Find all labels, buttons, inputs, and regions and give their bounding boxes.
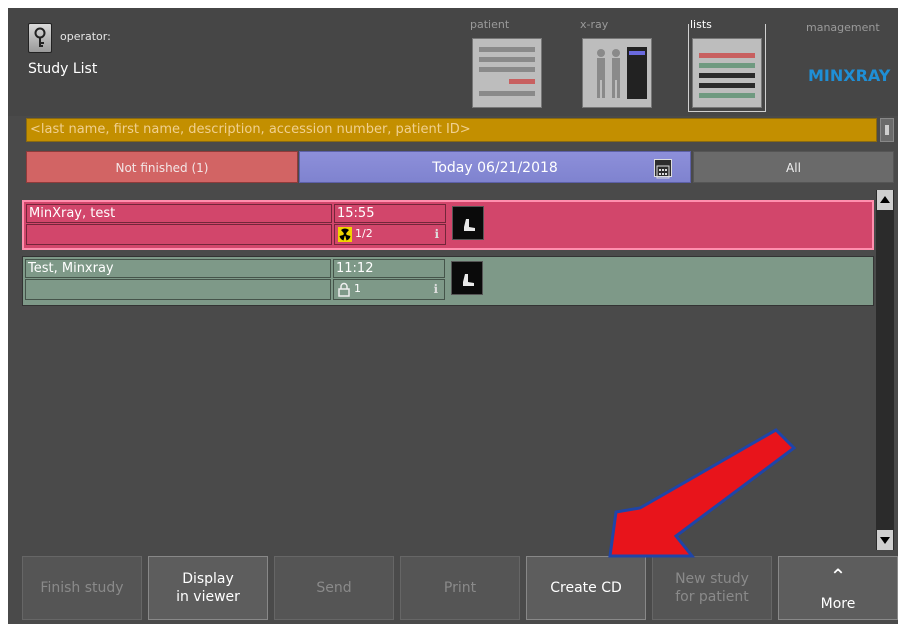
button-label: Send (316, 580, 352, 596)
more-button[interactable]: ⌃ More (778, 556, 898, 620)
tab-management[interactable]: management (806, 21, 880, 34)
tab-label: x-ray (580, 18, 609, 31)
study-row[interactable]: Test, Minxray 11:12 1 ℹ (22, 256, 874, 306)
filter-bar: Not finished (1) Today 06/21/2018 All (26, 151, 894, 183)
header: operator: Study List patient x-ray lists… (8, 8, 898, 116)
new-study-button[interactable]: New study for patient (652, 556, 772, 620)
tab-patient[interactable]: patient (468, 18, 546, 112)
tab-label: patient (470, 18, 510, 31)
status-cell: 1/2 ℹ (334, 224, 446, 245)
search-scroll-handle[interactable] (880, 118, 894, 142)
study-time: 15:55 (334, 204, 446, 223)
info-icon[interactable]: ℹ (434, 227, 439, 241)
create-cd-button[interactable]: Create CD (526, 556, 646, 620)
today-filter-button[interactable]: Today 06/21/2018 (299, 151, 691, 183)
tab-patient-preview (472, 38, 542, 108)
status-cell: 1 ℹ (333, 279, 445, 300)
action-bar: Finish study Display in viewer Send Prin… (22, 556, 898, 622)
list-scrollbar[interactable] (876, 190, 894, 550)
patient-name: Test, Minxray (25, 259, 331, 278)
radiation-icon (338, 227, 352, 242)
button-label: New study for patient (675, 571, 749, 605)
button-label: Print (443, 580, 477, 596)
info-icon[interactable]: ℹ (433, 282, 438, 296)
image-count: 1 (354, 282, 361, 295)
scroll-down-button[interactable] (877, 530, 893, 550)
calendar-icon[interactable] (654, 159, 672, 179)
tab-lists[interactable]: lists (688, 18, 766, 112)
operator-label: operator: (60, 30, 111, 43)
send-button[interactable]: Send (274, 556, 394, 620)
tab-lists-preview (692, 38, 762, 108)
lock-icon (337, 282, 351, 297)
study-row[interactable]: MinXray, test 15:55 1/2 ℹ (22, 200, 874, 250)
description-cell (25, 279, 331, 300)
xray-thumbnail[interactable] (451, 261, 483, 295)
today-label: Today 06/21/2018 (432, 160, 558, 176)
tab-x-ray[interactable]: x-ray (578, 18, 656, 112)
search-input[interactable]: <last name, first name, description, acc… (26, 118, 877, 142)
all-filter-button[interactable]: All (693, 151, 894, 183)
foot-xray-icon (464, 219, 475, 231)
description-cell (26, 224, 332, 245)
chevron-up-icon: ⌃ (829, 564, 847, 588)
body-figure-icon (597, 47, 647, 99)
study-list: MinXray, test 15:55 1/2 ℹ Test, Minxray … (8, 190, 874, 550)
tab-x-ray-preview (582, 38, 652, 108)
display-in-viewer-button[interactable]: Display in viewer (148, 556, 268, 620)
foot-xray-icon (463, 274, 474, 286)
not-finished-filter-button[interactable]: Not finished (1) (26, 151, 298, 183)
button-label: Create CD (550, 580, 622, 596)
operator-key-icon[interactable] (28, 23, 52, 53)
button-label: More (820, 596, 856, 612)
image-count: 1/2 (355, 227, 373, 240)
print-button[interactable]: Print (400, 556, 520, 620)
app-window: operator: Study List patient x-ray lists… (8, 8, 898, 624)
finish-study-button[interactable]: Finish study (22, 556, 142, 620)
minxray-logo: MINXRAY (808, 66, 891, 85)
page-title: Study List (28, 61, 98, 77)
button-label: Finish study (40, 580, 124, 596)
tab-label: lists (690, 18, 712, 31)
patient-name: MinXray, test (26, 204, 332, 223)
study-time: 11:12 (333, 259, 445, 278)
scroll-up-button[interactable] (877, 190, 893, 210)
xray-thumbnail[interactable] (452, 206, 484, 240)
button-label: Display in viewer (176, 571, 240, 605)
